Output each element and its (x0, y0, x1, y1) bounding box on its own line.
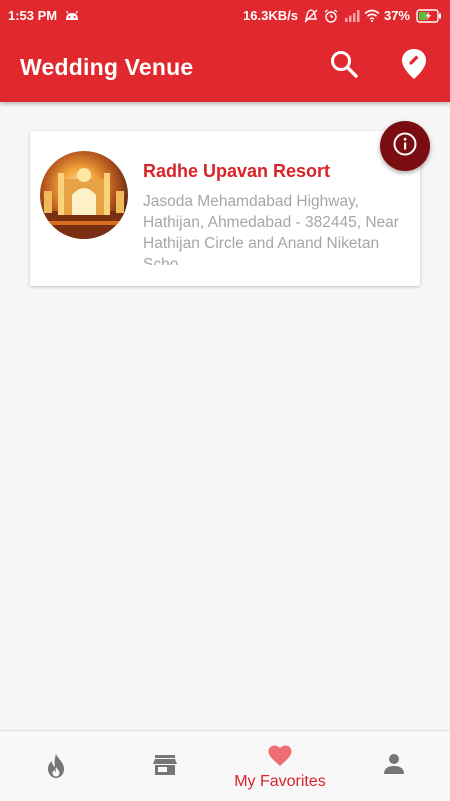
nav-item-my-favorites[interactable]: My Favorites (224, 731, 336, 801)
net-speed: 16.3KB/s (243, 8, 298, 23)
location-edit-icon (401, 48, 427, 85)
nav-item-profile[interactable] (338, 731, 450, 801)
venue-address: Jasoda Mehamdabad Highway, Hathijan, Ahm… (143, 193, 399, 265)
wifi-icon (364, 9, 380, 23)
nav-item-trending[interactable] (0, 731, 112, 801)
bottom-navigation: My Favorites (0, 730, 450, 801)
battery-charging-icon (416, 8, 442, 23)
app-bar: Wedding Venue (0, 30, 450, 102)
info-button[interactable] (380, 121, 430, 171)
person-icon (383, 753, 405, 780)
battery-percent: 37% (383, 8, 410, 23)
venue-name: Radhe Upavan Resort (143, 161, 331, 181)
store-icon (152, 753, 178, 782)
heart-icon (268, 745, 292, 772)
status-bar: 1:53 PM 16.3KB/s 37% (0, 0, 450, 30)
status-time: 1:53 PM (8, 8, 58, 23)
nav-item-venues[interactable] (110, 731, 222, 801)
android-icon (64, 9, 79, 23)
location-edit-button[interactable] (396, 48, 432, 84)
flame-icon (44, 753, 68, 784)
info-icon (392, 131, 418, 162)
venue-card[interactable]: Radhe Upavan Resort Jasoda Mehamdabad Hi… (30, 131, 420, 286)
mute-icon (304, 8, 318, 23)
page-title: Wedding Venue (20, 54, 194, 80)
signal-icon (344, 9, 360, 23)
nav-label-my-favorites: My Favorites (234, 773, 326, 790)
search-button[interactable] (326, 48, 362, 84)
venue-thumbnail (40, 151, 128, 239)
alarm-icon (324, 8, 338, 23)
search-icon (329, 49, 359, 84)
